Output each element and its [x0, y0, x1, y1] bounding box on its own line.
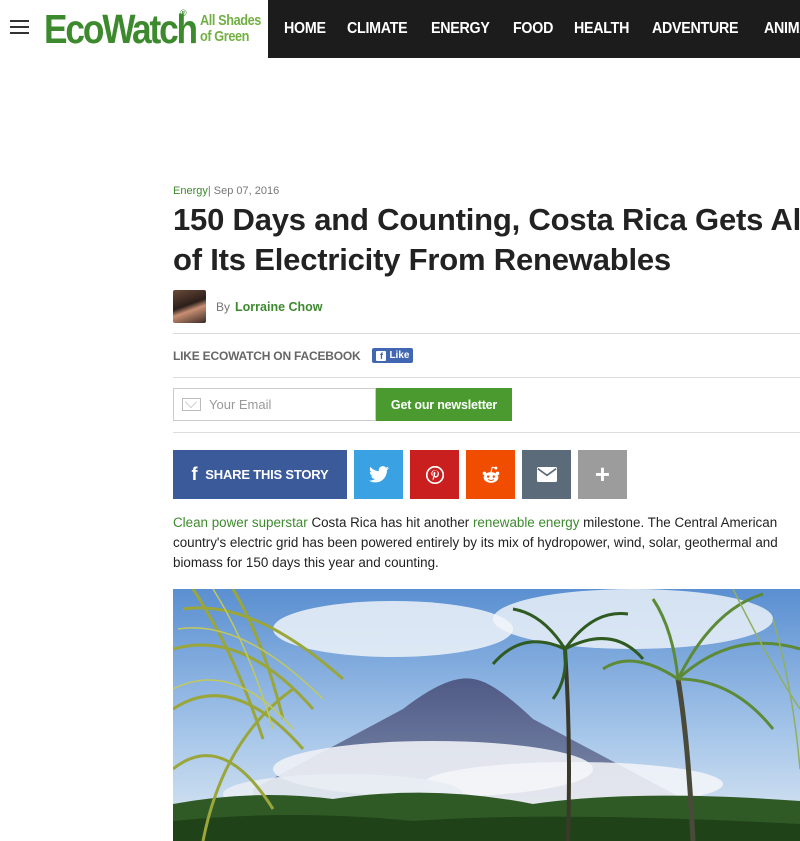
pinterest-icon [425, 465, 444, 484]
body-text-1: Costa Rica has hit another [307, 515, 473, 530]
article-title: 150 Days and Counting, Costa Rica Gets A… [173, 202, 800, 277]
main-nav: HOME CLIMATE ENERGY FOOD HEALTH ADVENTUR… [268, 0, 800, 58]
hamburger-menu-icon[interactable] [10, 20, 29, 36]
facebook-like-label: LIKE ECOWATCH ON FACEBOOK [173, 348, 361, 363]
facebook-icon: f [191, 464, 198, 484]
divider [173, 333, 800, 334]
newsletter-subscribe-button[interactable]: Get our newsletter [376, 388, 512, 421]
site-header: EcoWatch ® All Shades of Green HOME CLIM… [0, 0, 800, 58]
hero-image[interactable] [173, 589, 800, 841]
renewable-energy-link[interactable]: renewable energy [473, 515, 579, 530]
nav-health[interactable]: HEALTH [574, 20, 629, 38]
logo-registered-mark: ® [180, 8, 187, 18]
article-meta: Energy| Sep 07, 2016 [173, 185, 279, 197]
meta-separator: | [207, 185, 211, 197]
nav-adventure[interactable]: ADVENTURE [652, 20, 739, 38]
facebook-icon: f [376, 350, 387, 361]
reddit-share-button[interactable] [466, 450, 515, 499]
author-avatar[interactable] [173, 290, 206, 323]
nav-food[interactable]: FOOD [513, 20, 553, 38]
reddit-icon [482, 466, 499, 483]
facebook-share-button[interactable]: f SHARE THIS STORY [173, 450, 347, 499]
nav-energy[interactable]: ENERGY [431, 20, 490, 38]
nav-animals[interactable]: ANIMALS [764, 20, 800, 38]
email-icon [536, 467, 557, 482]
nav-climate[interactable]: CLIMATE [347, 20, 408, 38]
share-label: SHARE THIS STORY [205, 467, 329, 482]
author-byline: By Lorraine Chow [173, 290, 323, 323]
tagline-line1: All Shades [200, 12, 261, 29]
publish-date: Sep 07, 2016 [213, 185, 280, 197]
envelope-icon [182, 398, 201, 411]
email-field[interactable] [209, 397, 369, 412]
tagline-line2: of Green [200, 28, 250, 45]
email-share-button[interactable] [522, 450, 571, 499]
email-field-wrapper [173, 388, 376, 421]
volcano-palm-photo [173, 589, 800, 841]
divider [173, 432, 800, 433]
tagline: All Shades of Green [200, 13, 261, 45]
nav-home[interactable]: HOME [284, 20, 326, 38]
article-body-paragraph: Clean power superstar Costa Rica has hit… [173, 513, 800, 573]
divider [173, 377, 800, 378]
author-name-link[interactable]: Lorraine Chow [235, 300, 323, 314]
newsletter-form: Get our newsletter [173, 388, 512, 421]
facebook-like-row: LIKE ECOWATCH ON FACEBOOK f Like [173, 348, 414, 363]
share-bar: f SHARE THIS STORY + [173, 450, 634, 499]
category-link[interactable]: Energy [173, 185, 208, 197]
twitter-share-button[interactable] [354, 450, 403, 499]
clean-power-link[interactable]: Clean power superstar [173, 515, 308, 530]
ecowatch-logo[interactable]: EcoWatch ® [44, 8, 221, 52]
logo-text: EcoWatch [44, 6, 198, 52]
twitter-icon [368, 466, 389, 483]
pinterest-share-button[interactable] [410, 450, 459, 499]
by-label: By [216, 299, 231, 314]
like-label: Like [389, 350, 410, 361]
plus-icon[interactable]: + [578, 450, 627, 499]
facebook-like-button[interactable]: f Like [372, 348, 414, 363]
